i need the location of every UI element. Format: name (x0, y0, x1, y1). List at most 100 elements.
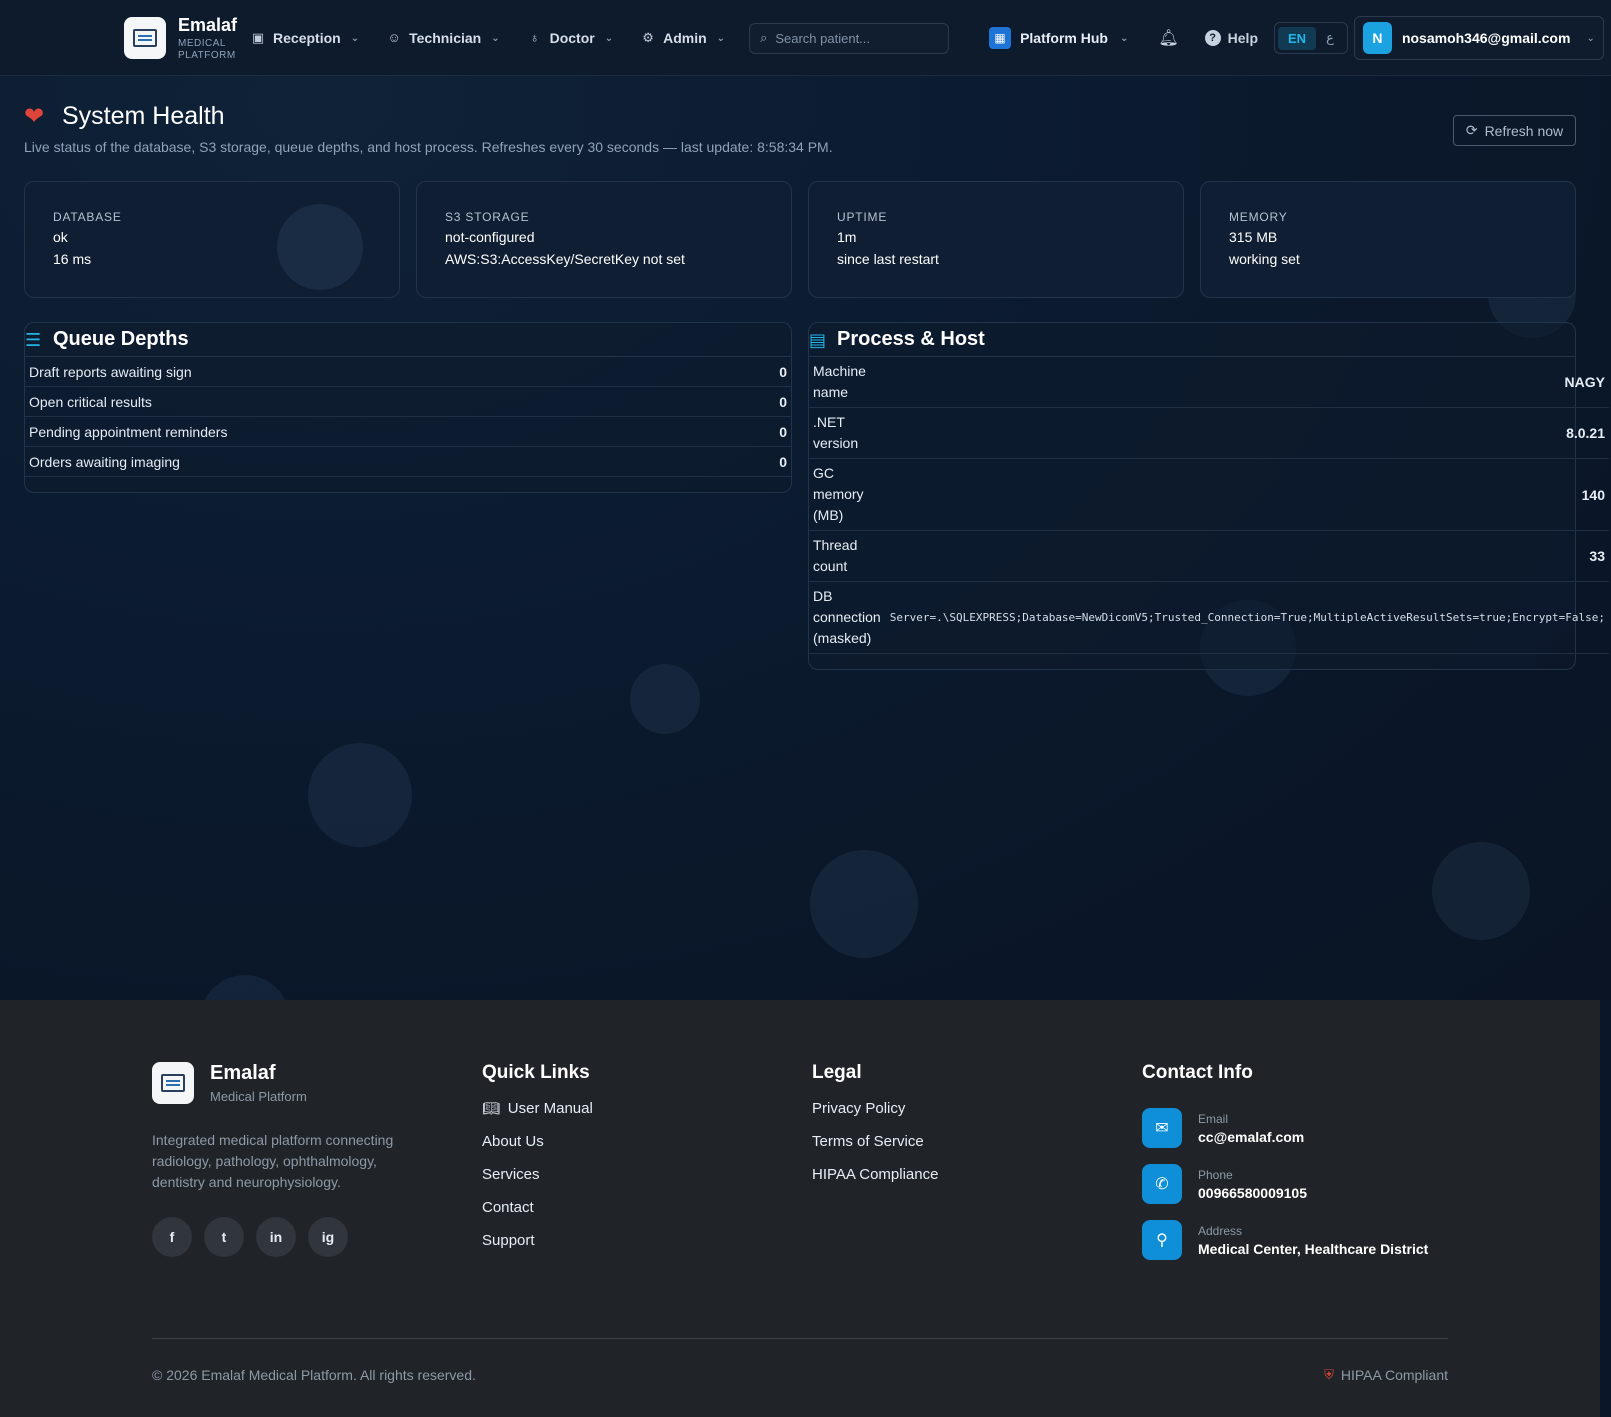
user-icon: ☺ (387, 30, 401, 45)
stat-label: S3 STORAGE (445, 210, 530, 224)
row-value: 0 (779, 453, 787, 470)
table-row: DB connection (masked) Server=.\SQLEXPRE… (809, 582, 1609, 654)
nav-doctor[interactable]: ♁ Doctor ⌄ (528, 30, 614, 46)
patient-search: ⌕ (749, 22, 950, 54)
lang-ar-button[interactable]: ع (1316, 26, 1344, 50)
footer-brand-sub: Medical Platform (210, 1089, 307, 1104)
contact-value[interactable]: 00966580009105 (1198, 1185, 1307, 1201)
brand-logo[interactable] (124, 17, 166, 59)
shield-icon: ⛨ (1324, 1367, 1334, 1382)
page-subtitle: Live status of the database, S3 storage,… (24, 139, 833, 155)
footer-link-hipaa[interactable]: HIPAA Compliance (812, 1165, 938, 1183)
footer-divider (152, 1338, 1448, 1339)
table-row: Thread count 33 (809, 531, 1609, 582)
help-button[interactable]: ? Help (1204, 30, 1258, 46)
chevron-down-icon: ⌄ (491, 32, 500, 44)
footer-heading: Contact Info (1142, 1062, 1253, 1083)
table-row: Open critical results 0 (25, 387, 791, 417)
table-row: Draft reports awaiting sign 0 (25, 357, 791, 387)
table-row: Pending appointment reminders 0 (25, 417, 791, 447)
map-pin-icon: ⚲ (1142, 1220, 1182, 1260)
footer-legal: Legal Privacy Policy Terms of Service HI… (812, 1062, 938, 1183)
stat-detail: since last restart (837, 251, 939, 267)
contact-value: Medical Center, Healthcare District (1198, 1240, 1429, 1257)
panel-title: Process & Host (837, 328, 985, 350)
twitter-icon[interactable]: t (204, 1217, 244, 1257)
social-links: f t in ig (152, 1217, 422, 1257)
chevron-down-icon: ⌄ (1119, 32, 1129, 44)
clipboard-icon: ▣ (251, 30, 265, 45)
footer-brand-column: Emalaf Medical Platform Integrated medic… (152, 1062, 422, 1257)
top-navbar: Emalaf MEDICAL PLATFORM ▣ Reception ⌄ ☺ … (0, 0, 1611, 76)
footer-link-contact[interactable]: Contact (482, 1198, 593, 1216)
gear-icon: ⚙ (642, 30, 654, 45)
panel-header: ☰ Queue Depths (25, 323, 791, 357)
server-icon: ▤ (809, 329, 827, 350)
footer-link-user-manual[interactable]: 📖︎ User Manual (482, 1099, 593, 1117)
row-value: 0 (779, 393, 787, 410)
brand: Emalaf MEDICAL PLATFORM (178, 15, 237, 62)
stat-card-memory: MEMORY 315 MB working set (1200, 181, 1576, 298)
avatar: N (1362, 22, 1392, 54)
phone-icon: ✆ (1142, 1164, 1182, 1204)
row-label: .NET version (813, 414, 859, 451)
instagram-icon[interactable]: ig (308, 1217, 348, 1257)
contact-value[interactable]: cc@emalaf.com (1198, 1129, 1304, 1145)
row-value: 0 (779, 423, 787, 440)
platform-hub-menu[interactable]: ▦ Platform Hub ⌄ (989, 27, 1128, 49)
table-row: GC memory (MB) 140 (809, 459, 1609, 531)
bell-icon[interactable]: 🔔︎ (1158, 28, 1178, 48)
chevron-down-icon: ⌄ (604, 32, 614, 44)
nav-admin[interactable]: ⚙ Admin ⌄ (641, 30, 725, 46)
question-icon: ? (1204, 30, 1221, 46)
footer-logo (152, 1062, 194, 1104)
table-row: Orders awaiting imaging 0 (25, 447, 791, 477)
user-menu[interactable]: N nosamoh346@gmail.com ⌄ (1353, 16, 1604, 60)
footer-link-about[interactable]: About Us (482, 1132, 593, 1150)
footer-link-terms[interactable]: Terms of Service (812, 1132, 938, 1150)
search-icon: ⌕ (760, 30, 768, 45)
table-row: Machine name NAGY (809, 357, 1609, 408)
lang-en-button[interactable]: EN (1278, 26, 1317, 50)
row-label: Pending appointment reminders (29, 423, 228, 440)
linkedin-icon[interactable]: in (256, 1217, 296, 1257)
nav-label: Doctor (549, 30, 595, 46)
nav-technician[interactable]: ☺ Technician ⌄ (387, 30, 499, 46)
nav-label: Technician (409, 30, 482, 46)
page-title-text: System Health (62, 102, 225, 130)
footer-link-privacy[interactable]: Privacy Policy (812, 1099, 938, 1117)
book-icon: 📖︎ (482, 1099, 500, 1116)
decor-bubble (630, 664, 700, 734)
nav-reception[interactable]: ▣ Reception ⌄ (251, 30, 359, 46)
queue-depths-panel: ☰ Queue Depths Draft reports awaiting si… (24, 322, 792, 493)
row-label: Open critical results (29, 393, 152, 410)
refresh-button[interactable]: ⟳ Refresh now (1453, 115, 1576, 146)
page-title: ❤ System Health (24, 102, 225, 131)
footer-heading: Quick Links (482, 1062, 590, 1083)
stat-detail: AWS:S3:AccessKey/SecretKey not set (445, 251, 685, 267)
row-value: 33 (1589, 548, 1605, 564)
contact-label: Phone (1198, 1167, 1233, 1182)
table-row: .NET version 8.0.21 (809, 408, 1609, 459)
row-label: Machine name (813, 363, 866, 400)
row-value: 0 (779, 363, 787, 380)
footer-link-services[interactable]: Services (482, 1165, 593, 1183)
nav-label: Reception (273, 30, 341, 46)
row-value: Server=.\SQLEXPRESS;Database=NewDicomV5;… (889, 611, 1605, 624)
stat-value: 315 MB (1229, 229, 1278, 245)
footer: Emalaf Medical Platform Integrated medic… (0, 1000, 1600, 1417)
user-email: nosamoh346@gmail.com (1401, 30, 1571, 46)
copyright: © 2026 Emalaf Medical Platform. All righ… (152, 1367, 476, 1383)
brand-sub: MEDICAL (178, 37, 226, 49)
contact-address: ⚲ Address Medical Center, Healthcare Dis… (1142, 1220, 1428, 1260)
stat-card-database: DATABASE ok 16 ms (24, 181, 400, 298)
stat-value: 1m (837, 229, 857, 245)
brand-name: Emalaf (178, 14, 238, 35)
footer-link-support[interactable]: Support (482, 1231, 593, 1249)
facebook-icon[interactable]: f (152, 1217, 192, 1257)
search-input[interactable] (775, 30, 926, 46)
row-value: 8.0.21 (1566, 425, 1605, 441)
envelope-icon: ✉ (1142, 1108, 1182, 1148)
panel-header: ▤ Process & Host (809, 323, 1575, 357)
brand-sub: PLATFORM (178, 49, 236, 61)
